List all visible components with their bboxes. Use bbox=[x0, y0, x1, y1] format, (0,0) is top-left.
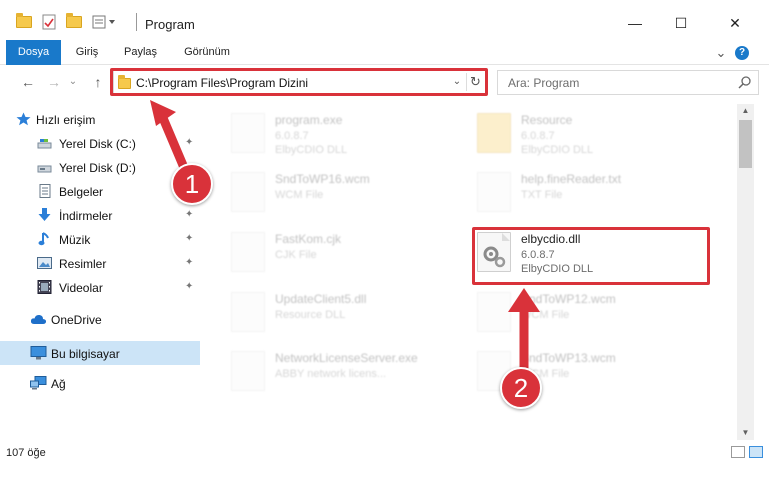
callout-badge-2: 2 bbox=[500, 367, 542, 409]
callout-arrows bbox=[150, 100, 540, 377]
callout-badge-1: 1 bbox=[171, 163, 213, 205]
